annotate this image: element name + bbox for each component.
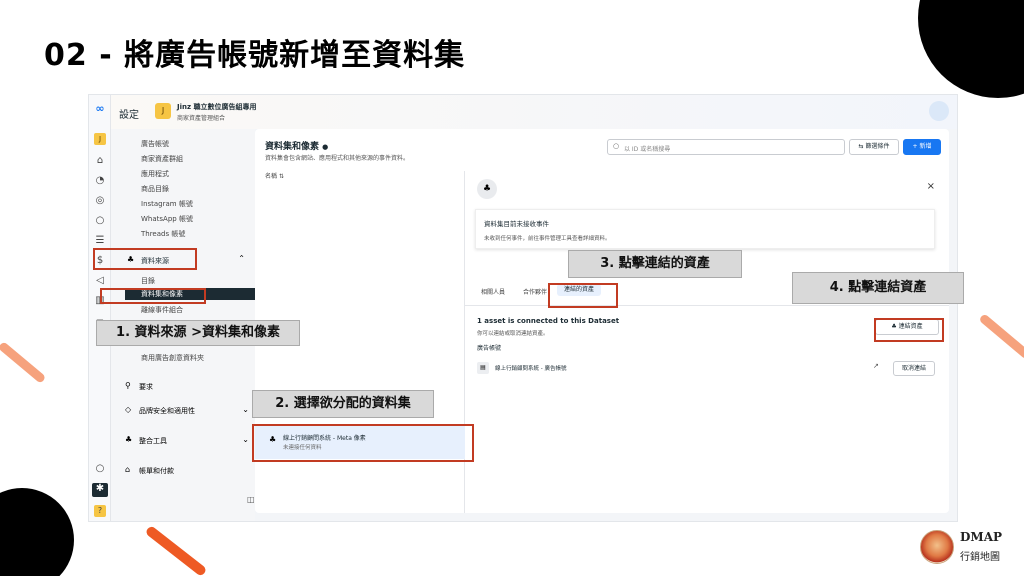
gear-icon[interactable]: ✱ xyxy=(92,483,108,497)
list-header[interactable]: 名稱 ⇅ xyxy=(265,171,284,180)
nav-item-catalog[interactable]: 目錄 xyxy=(141,276,155,286)
decor-orange-stroke-right xyxy=(978,313,1024,360)
requests-label: 要求 xyxy=(139,383,153,391)
connected-subtitle: 你可以連結或取消連結資產。 xyxy=(477,331,549,337)
slide-title: 02 - 將廣告帳號新增至資料集 xyxy=(44,38,466,73)
decor-black-circle-bottom-left xyxy=(0,488,74,576)
top-bar: 設定 J Jinz 職立數位廣告組專用 商家資產管理組合 xyxy=(111,95,957,129)
nav-section-integrations[interactable]: ♣ 整合工具 ⌄ xyxy=(125,435,249,447)
sort-icon: ⇅ xyxy=(278,173,284,180)
help-icon[interactable]: ? xyxy=(94,505,106,517)
list-icon[interactable]: ☰ xyxy=(94,235,106,247)
nav-item-offline-events[interactable]: 離線事件組合 xyxy=(141,305,183,315)
search-input[interactable]: ○ 以 ID 或名稱搜尋 xyxy=(607,139,845,155)
search-placeholder: 以 ID 或名稱搜尋 xyxy=(624,146,671,153)
slide: 02 - 將廣告帳號新增至資料集 ∞ J ⌂ ◔ ◎ ○ ☰ $ ◁ ▥ ≡ ○… xyxy=(0,0,1024,576)
bank-icon: ⌂ xyxy=(125,465,131,474)
account-avatar[interactable]: J xyxy=(155,103,171,119)
asset-name: 線上行銷顧問系統 - 廣告帳號 xyxy=(495,366,567,372)
annotation-step3: 3. 點擊連結的資產 xyxy=(568,250,742,278)
nav-item-apps[interactable]: 應用程式 xyxy=(141,169,169,179)
annotation-step4: 4. 點擊連結資產 xyxy=(792,272,964,304)
decor-orange-stroke-left xyxy=(0,341,47,384)
annotation-step1: 1. 資料來源 >資料集和像素 xyxy=(96,320,300,346)
nav-item-ad-accounts[interactable]: 廣告帳號 xyxy=(141,139,169,149)
highlight-datasets-pixels xyxy=(100,288,206,304)
tab-partners[interactable]: 合作夥伴 xyxy=(523,287,547,296)
compass-icon[interactable]: ◎ xyxy=(94,195,106,207)
brand-safety-label: 品牌安全和適用性 xyxy=(139,407,195,415)
nav-item-instagram[interactable]: Instagram 帳號 xyxy=(141,199,193,209)
page-title-text: 資料集和像素 xyxy=(265,142,320,152)
nav-item-asset-groups[interactable]: 商家資產群組 xyxy=(141,154,183,164)
tabs-divider xyxy=(465,305,949,306)
screenshot-frame: ∞ J ⌂ ◔ ◎ ○ ☰ $ ◁ ▥ ≡ ○ ✱ ? 設定 J Jinz 職立… xyxy=(88,94,958,522)
dataset-avatar-icon: ♣ xyxy=(477,179,497,199)
bell-icon[interactable]: ◔ xyxy=(94,175,106,187)
dataset-detail: ♣ × 資料集目前未接收事件 未收到任何事件，前往事件管理工具查看詳細資料。 相… xyxy=(465,171,949,513)
ad-account-icon: ▤ xyxy=(477,362,489,374)
integrations-label: 整合工具 xyxy=(139,437,167,445)
external-link-icon[interactable]: ↗ xyxy=(873,362,879,370)
disconnect-button[interactable]: 取消連結 xyxy=(893,361,935,376)
account-avatar-icon[interactable]: J xyxy=(94,133,106,145)
page-title: 資料集和像素 ● xyxy=(265,139,328,152)
chevron-down-icon: ⌄ xyxy=(242,435,249,444)
nav-item-creative-folders[interactable]: 商用廣告創意資料夾 xyxy=(141,353,204,363)
dmap-logo-emblem xyxy=(920,530,954,564)
chevron-up-icon: ⌃ xyxy=(238,254,245,263)
home-icon[interactable]: ⌂ xyxy=(94,155,106,167)
shield-icon: ◇ xyxy=(125,405,132,414)
integrations-icon: ♣ xyxy=(125,435,133,444)
list-header-label: 名稱 xyxy=(265,173,278,180)
billing-label: 帳單和付款 xyxy=(139,467,174,475)
annotation-step2: 2. 選擇欲分配的資料集 xyxy=(252,390,434,418)
page-subtitle: 資料集會包含網站、應用程式和其他來源的事件資料。 xyxy=(265,155,410,162)
notice-title: 資料集目前未接收事件 xyxy=(484,220,549,228)
nav-item-whatsapp[interactable]: WhatsApp 帳號 xyxy=(141,214,193,224)
dmap-logo: DMAP 行銷地圖 xyxy=(920,526,1020,570)
filter-button-label: 篩選條件 xyxy=(865,143,890,150)
tab-people[interactable]: 相關人員 xyxy=(481,287,505,296)
add-button[interactable]: + 新增 xyxy=(903,139,941,155)
nav-section-brand-safety[interactable]: ◇ 品牌安全和適用性 ⌄ xyxy=(125,405,249,417)
highlight-connected-tab xyxy=(548,283,618,308)
notice-card: 資料集目前未接收事件 未收到任何事件，前往事件管理工具查看詳細資料。 xyxy=(475,209,935,249)
dmap-logo-line1: DMAP xyxy=(960,530,1003,544)
decor-black-circle-top-right xyxy=(918,0,1024,98)
notice-body: 未收到任何事件，前往事件管理工具查看詳細資料。 xyxy=(484,236,611,242)
nav-item-catalogs[interactable]: 商品目錄 xyxy=(141,184,169,194)
info-icon[interactable]: ● xyxy=(322,143,328,151)
icon-rail: ∞ J ⌂ ◔ ◎ ○ ☰ $ ◁ ▥ ≡ ○ ✱ ? xyxy=(89,95,111,521)
dmap-logo-line2: 行銷地圖 xyxy=(960,552,1000,563)
highlight-dataset-row xyxy=(252,424,474,462)
account-type: 商家資產管理組合 xyxy=(177,115,226,122)
group-label: 廣告帳號 xyxy=(477,345,502,352)
highlight-connect-button xyxy=(874,318,944,342)
collapse-panel-icon[interactable]: ◫ xyxy=(247,495,255,504)
search-icon[interactable]: ○ xyxy=(94,463,106,475)
connected-title: 1 asset is connected to this Dataset xyxy=(477,317,620,325)
meta-logo-icon[interactable]: ∞ xyxy=(92,103,108,115)
filter-button[interactable]: ⇆ 篩選條件 xyxy=(849,139,899,155)
chevron-down-icon: ⌄ xyxy=(242,405,249,414)
chat-icon[interactable]: ○ xyxy=(94,215,106,227)
settings-title: 設定 xyxy=(119,110,139,121)
search-icon: ○ xyxy=(613,142,620,150)
person-icon: ⚲ xyxy=(125,381,131,390)
decor-orange-stroke-bottom xyxy=(144,524,208,576)
nav-item-threads[interactable]: Threads 帳號 xyxy=(141,229,185,239)
megaphone-icon[interactable]: ◁ xyxy=(94,275,106,287)
asset-row: ▤ 線上行銷顧問系統 - 廣告帳號 ↗ xyxy=(475,359,935,377)
close-icon[interactable]: × xyxy=(927,181,935,192)
profile-avatar[interactable] xyxy=(929,101,949,121)
highlight-data-sources xyxy=(93,248,197,270)
account-name[interactable]: Jinz 職立數位廣告組專用 xyxy=(177,102,257,112)
